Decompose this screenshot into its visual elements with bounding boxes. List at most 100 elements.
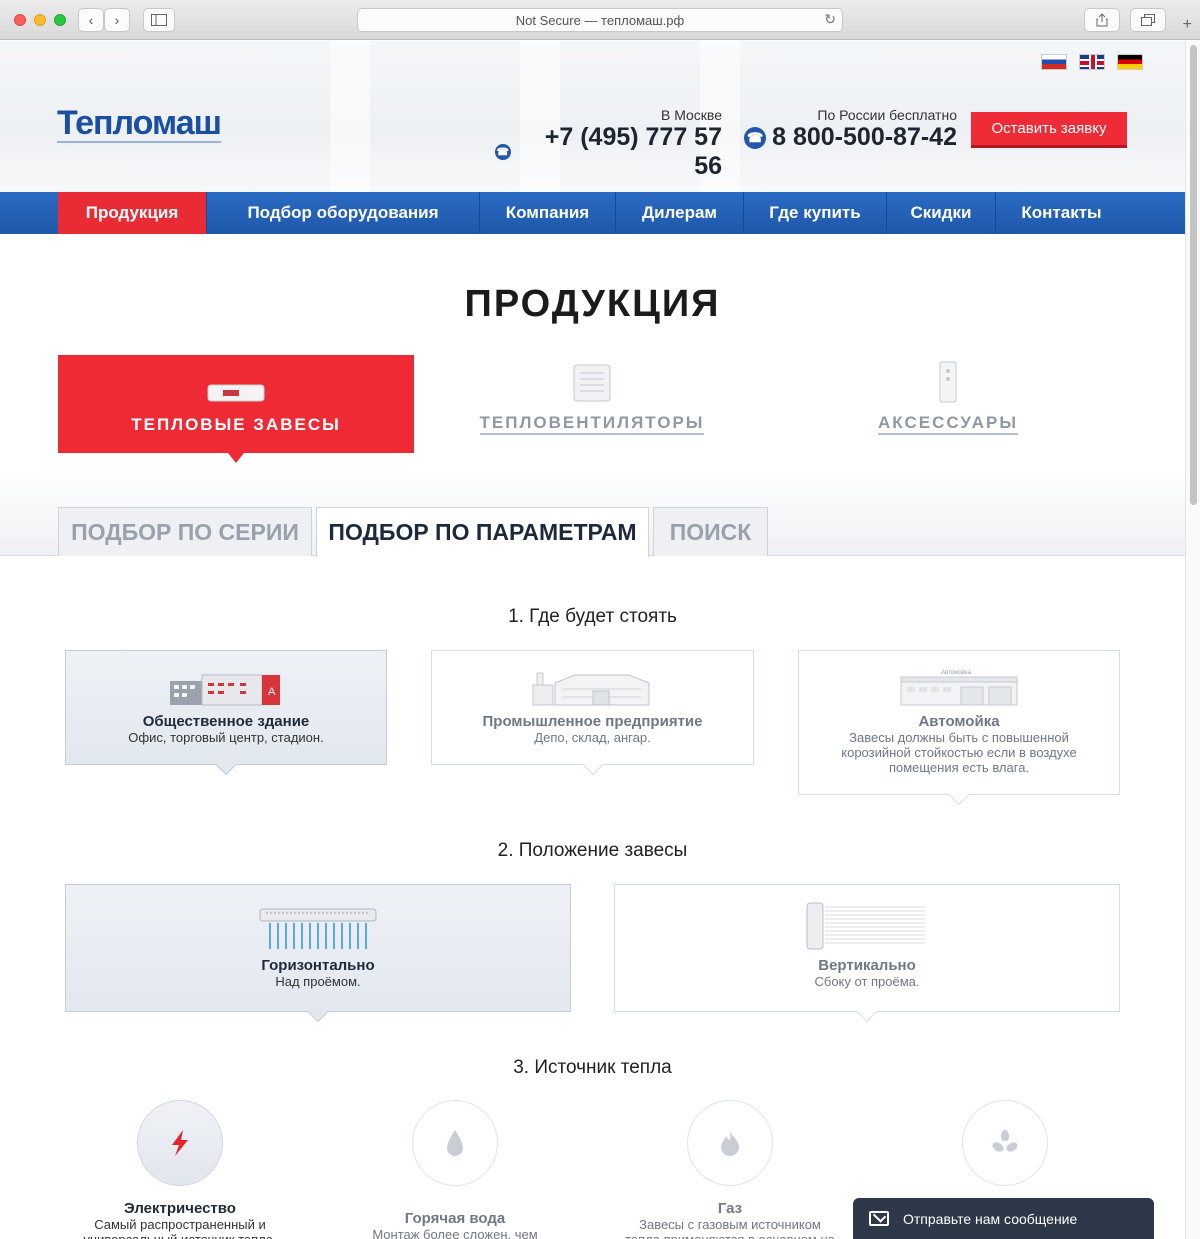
option-title: Электричество (124, 1200, 236, 1217)
option-description: Депо, склад, ангар. (534, 730, 651, 745)
chat-widget-button[interactable]: Отправьте нам сообщение (853, 1198, 1154, 1239)
position-option-horizontal[interactable]: Горизонтально Над проёмом. (65, 884, 571, 1012)
phone-icon: ☎ (744, 126, 767, 149)
location-option-industrial[interactable]: Промышленное предприятие Депо, склад, ан… (431, 650, 754, 765)
location-option-car-wash[interactable]: Автомойка Автомойка Завесы должны быть с… (798, 650, 1120, 795)
russia-phone-number: 8 800-500-87-42 (772, 123, 957, 151)
russia-phone-block: По России бесплатно ☎ 8 800-500-87-42 (740, 107, 957, 152)
moscow-phone-block: В Москве ☎ +7 (495) 777 57 56 (495, 107, 722, 181)
factory-icon (532, 672, 649, 706)
share-icon (1096, 13, 1108, 27)
tab-search[interactable]: ПОИСК (653, 507, 768, 556)
option-title: Горизонтально (261, 957, 375, 974)
sidebar-toggle-button[interactable] (143, 8, 175, 32)
reload-icon[interactable]: ↻ (824, 11, 836, 28)
nav-item-dealers[interactable]: Дилерам (616, 192, 744, 234)
close-window-button[interactable] (14, 14, 26, 26)
nav-item-discounts[interactable]: Скидки (887, 192, 996, 234)
page-scrollbar[interactable] (1185, 41, 1200, 1239)
address-bar[interactable]: Not Secure — тепломаш.рф ↻ (357, 8, 843, 32)
site-logo[interactable]: Тепломаш (57, 105, 222, 143)
leave-request-button[interactable]: Оставить заявку (971, 112, 1127, 148)
scrollbar-thumb[interactable] (1190, 45, 1197, 505)
car-wash-sign: Автомойка (941, 669, 972, 676)
page-title: ПРОДУКЦИЯ (464, 283, 721, 325)
russian-flag-icon[interactable] (1041, 54, 1067, 70)
language-switcher (1041, 54, 1143, 70)
option-description: Сбоку от проёма. (814, 974, 920, 989)
site-header: Тепломаш В Москве ☎ +7 (495) 777 57 56 П… (0, 41, 1185, 192)
chevron-left-icon: ‹ (88, 12, 94, 28)
position-option-vertical[interactable]: Вертикально Сбоку от проёма. (614, 884, 1120, 1012)
option-title: Газ (717, 1200, 743, 1217)
option-description: Над проёмом. (275, 974, 361, 989)
nav-item-company[interactable]: Компания (480, 192, 616, 234)
german-flag-icon[interactable] (1117, 54, 1143, 70)
russia-phone-label: По России бесплатно (817, 107, 957, 123)
envelope-icon (869, 1211, 889, 1226)
public-building-icon: A (170, 674, 280, 706)
vertical-curtain-icon (806, 902, 925, 950)
horizontal-curtain-icon (259, 908, 377, 949)
heat-curtain-icon (207, 384, 265, 402)
russia-phone[interactable]: ☎ 8 800-500-87-42 (740, 123, 957, 152)
tab-by-parameters[interactable]: ПОДБОР ПО ПАРАМЕТРАМ (316, 507, 649, 557)
phone-icon: ☎ (495, 144, 511, 160)
svg-text:A: A (268, 686, 276, 698)
category-accessories[interactable]: АКСЕССУАРЫ (770, 355, 1126, 453)
option-description: Завесы с газовым источником тепла примен… (625, 1217, 835, 1239)
new-tab-button[interactable]: + (1183, 16, 1192, 34)
flame-icon (721, 1131, 739, 1156)
nav-item-where-to-buy[interactable]: Где купить (744, 192, 887, 234)
tabs-button[interactable] (1130, 8, 1166, 32)
option-description: Монтаж более сложен, чем (372, 1227, 538, 1239)
section-position-title: 2. Положение завесы (497, 840, 688, 861)
option-title: Промышленное предприятие (482, 713, 703, 730)
tab-by-series[interactable]: ПОДБОР ПО СЕРИИ (58, 507, 312, 556)
fan-heater-icon (573, 364, 611, 402)
url-text: Not Secure — тепломаш.рф (515, 12, 685, 28)
forward-button[interactable]: › (104, 8, 130, 32)
option-title: Горячая вода (404, 1210, 506, 1227)
remote-control-icon (939, 361, 957, 403)
car-wash-icon: Автомойка (900, 669, 1018, 706)
chevron-right-icon: › (114, 12, 120, 28)
nav-item-equipment-selection[interactable]: Подбор оборудования (207, 192, 480, 234)
fan-icon (992, 1130, 1018, 1152)
location-option-public[interactable]: A Общественное здание Офис, торговый цен… (65, 650, 387, 765)
chat-label: Отправьте нам сообщение (903, 1210, 1078, 1227)
main-nav: Продукция Подбор оборудования Компания Д… (0, 192, 1185, 234)
lightning-icon (172, 1130, 188, 1156)
heat-source-gas[interactable]: Газ Завесы с газовым источником тепла пр… (620, 1100, 840, 1239)
category-label: АКСЕССУАРЫ (878, 413, 1018, 435)
sidebar-icon (151, 14, 167, 26)
option-title: Автомойка (918, 713, 1000, 730)
category-heat-curtains[interactable]: ТЕПЛОВЫЕ ЗАВЕСЫ (58, 355, 414, 463)
share-button[interactable] (1084, 8, 1120, 32)
category-label: ТЕПЛОВЕНТИЛЯТОРЫ (479, 413, 705, 435)
tabs-icon (1141, 14, 1155, 26)
option-description: Завесы должны быть с повышенной корозийн… (841, 730, 1077, 775)
nav-item-contacts[interactable]: Контакты (996, 192, 1127, 234)
back-button[interactable]: ‹ (78, 8, 104, 32)
category-fan-heaters[interactable]: ТЕПЛОВЕНТИЛЯТОРЫ (414, 355, 770, 453)
moscow-phone-number: +7 (495) 777 57 56 (544, 123, 722, 180)
heat-source-other[interactable] (895, 1100, 1115, 1200)
option-title: Вертикально (818, 957, 916, 974)
section-heat-source-title: 3. Источник тепла (513, 1057, 672, 1078)
moscow-phone[interactable]: ☎ +7 (495) 777 57 56 (495, 123, 722, 181)
option-description: Самый распространенный и универсальный и… (83, 1217, 276, 1239)
english-flag-icon[interactable] (1079, 54, 1105, 70)
category-label: ТЕПЛОВЫЕ ЗАВЕСЫ (131, 415, 341, 434)
water-drop-icon (447, 1130, 463, 1156)
heat-source-hot-water[interactable]: Горячая вода Монтаж более сложен, чем (345, 1100, 565, 1239)
zoom-window-button[interactable] (54, 14, 66, 26)
nav-item-products[interactable]: Продукция (58, 192, 207, 234)
browser-toolbar: ‹ › Not Secure — тепломаш.рф ↻ + (0, 0, 1200, 40)
option-description: Офис, торговый центр, стадион. (128, 730, 324, 745)
option-title: Общественное здание (142, 713, 310, 730)
moscow-phone-label: В Москве (660, 107, 722, 123)
heat-source-electricity[interactable]: Электричество Самый распространенный и у… (70, 1100, 290, 1239)
minimize-window-button[interactable] (34, 14, 46, 26)
section-location-title: 1. Где будет стоять (508, 606, 677, 627)
